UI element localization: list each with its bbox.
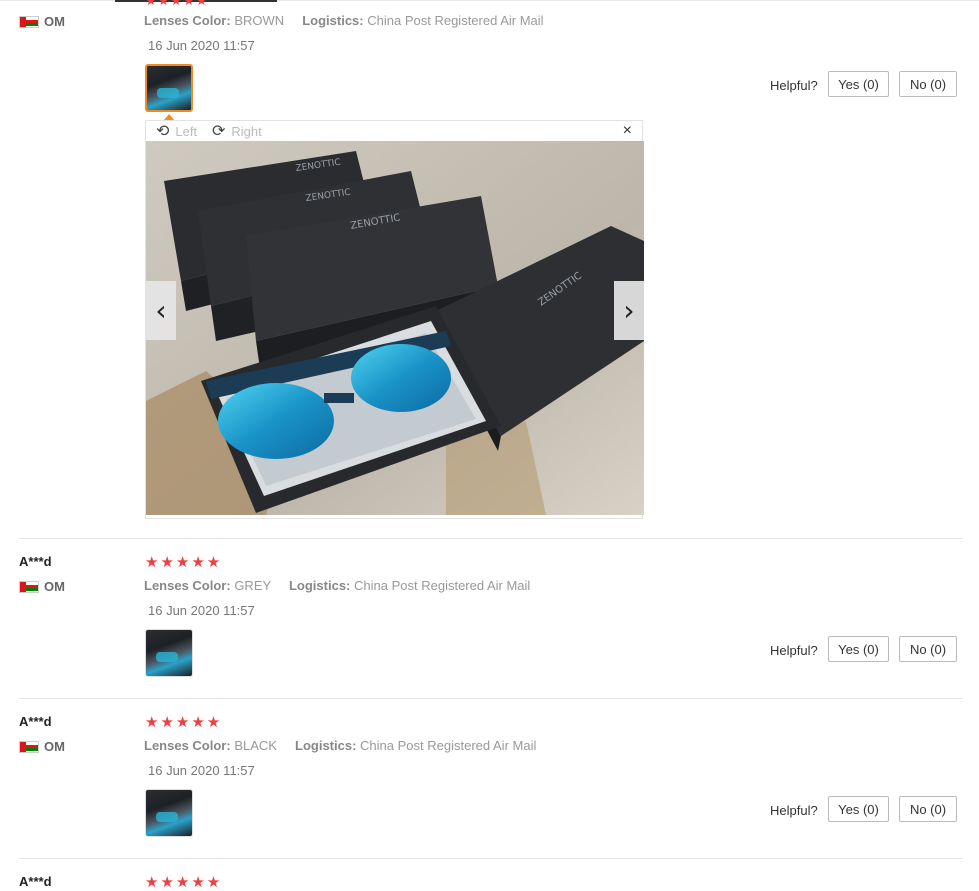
rotate-right-icon: ⟳ [212, 123, 226, 140]
star-rating: ★★★★★ [145, 554, 223, 571]
cut-star-rating: ★★★★★ [145, 0, 209, 8]
rotate-left-button[interactable]: ⟲ Left [156, 121, 197, 141]
logistics-value: China Post Registered Air Mail [360, 738, 537, 753]
star-rating: ★★★★★ [145, 714, 223, 731]
top-edge: ★★★★★ [0, 0, 979, 8]
reviewer-name: A***d [19, 874, 52, 889]
review-photo-large: ZENOTTIC ZENOTTIC ZENOTTIC ZENOTTIC ‹ › [146, 141, 644, 515]
reviewer-name: A***d [19, 714, 52, 729]
logistics-label: Logistics: [295, 738, 357, 753]
sunglasses-photo [146, 630, 192, 676]
lenses-color-value: BROWN [234, 13, 285, 28]
review-attributes: Lenses Color: BLACK Logistics: China Pos… [144, 738, 536, 753]
next-photo-button[interactable]: › [614, 281, 644, 340]
helpful-no-button[interactable]: No (0) [899, 636, 957, 662]
reviewer-country: OM [19, 14, 65, 29]
country-code: OM [44, 14, 65, 29]
oman-flag-icon [19, 15, 39, 28]
review-photo-thumbnail[interactable] [145, 64, 193, 112]
review-attributes: Lenses Color: BROWN Logistics: China Pos… [144, 13, 544, 28]
helpful-no-button[interactable]: No (0) [899, 71, 957, 97]
helpful-label: Helpful? [770, 78, 818, 93]
rotate-right-button[interactable]: ⟳ Right [212, 121, 262, 141]
review-photo-thumbnail[interactable] [145, 629, 193, 677]
helpful-yes-button[interactable]: Yes (0) [828, 636, 889, 662]
close-icon[interactable]: × [623, 122, 632, 140]
logistics-value: China Post Registered Air Mail [354, 578, 531, 593]
lenses-color-value: BLACK [234, 738, 277, 753]
review-date: 16 Jun 2020 11:57 [148, 763, 255, 778]
lenses-color-label: Lenses Color: [144, 13, 231, 28]
sunglasses-photo [147, 66, 191, 110]
logistics-label: Logistics: [302, 13, 364, 28]
helpful-label: Helpful? [770, 643, 818, 658]
logistics-label: Logistics: [288, 578, 351, 593]
sunglasses-boxes-photo: ZENOTTIC ZENOTTIC ZENOTTIC ZENOTTIC [146, 141, 644, 515]
lenses-color-value: GREY [234, 578, 271, 593]
review-divider [19, 858, 963, 859]
country-code: OM [44, 739, 65, 754]
review-photo-thumbnail[interactable] [145, 789, 193, 837]
rotate-left-label: Left [175, 123, 198, 139]
rotate-left-icon: ⟲ [156, 123, 170, 140]
logistics-value: China Post Registered Air Mail [367, 13, 544, 28]
lenses-color-label: Lenses Color: [144, 738, 231, 753]
country-code: OM [44, 579, 65, 594]
review-date: 16 Jun 2020 11:57 [148, 38, 255, 53]
oman-flag-icon [19, 740, 39, 753]
helpful-no-button[interactable]: No (0) [899, 796, 957, 822]
helpful-yes-button[interactable]: Yes (0) [828, 71, 889, 97]
photo-viewer: ⟲ Left ⟳ Right × ZENOTTIC ZENOTTIC ZENOT… [145, 120, 644, 519]
lenses-color-label: Lenses Color: [144, 578, 231, 593]
review-date: 16 Jun 2020 11:57 [148, 603, 255, 618]
star-rating: ★★★★★ [145, 874, 223, 891]
helpful-yes-button[interactable]: Yes (0) [828, 796, 889, 822]
reviewer-country: OM [19, 739, 65, 754]
reviewer-country: OM [19, 579, 65, 594]
review-divider [19, 538, 963, 539]
review-attributes: Lenses Color: GREY Logistics: China Post… [144, 578, 530, 593]
rotate-right-label: Right [231, 123, 262, 139]
previous-photo-button[interactable]: ‹ [146, 281, 176, 340]
reviewer-name: A***d [19, 554, 52, 569]
sunglasses-photo [146, 790, 192, 836]
oman-flag-icon [19, 580, 39, 593]
review-divider [19, 698, 963, 699]
helpful-label: Helpful? [770, 803, 818, 818]
